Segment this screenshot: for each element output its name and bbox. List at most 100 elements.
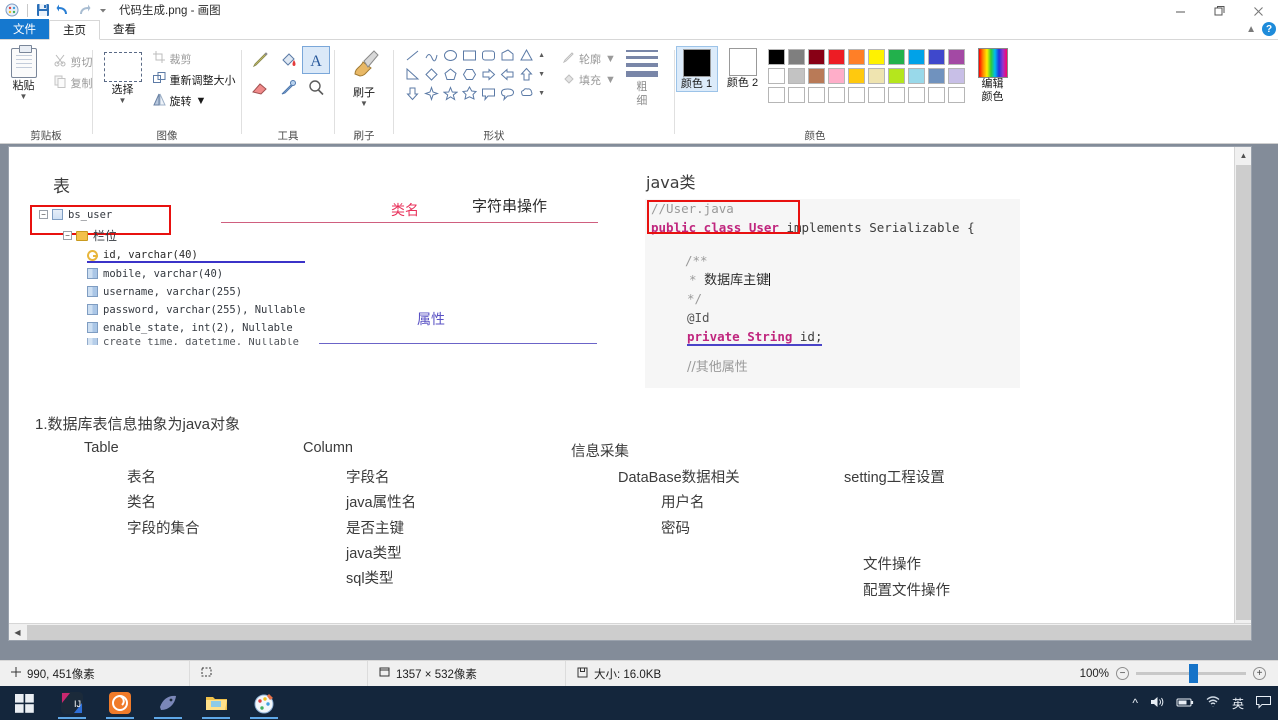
zoom-slider-track[interactable]	[1136, 664, 1246, 683]
eraser-tool[interactable]	[246, 74, 274, 102]
palette-swatch[interactable]	[767, 87, 785, 103]
chevron-down-icon[interactable]: ▼	[20, 93, 28, 101]
save-icon[interactable]	[35, 2, 51, 18]
cut-button[interactable]: 剪切	[51, 51, 96, 72]
shape-triangle[interactable]	[517, 46, 536, 65]
shape-six-point-star[interactable]	[460, 84, 479, 103]
color-palette[interactable]	[767, 46, 967, 105]
tree-row-field[interactable]: username, varchar(255)	[87, 284, 305, 299]
magnifier-tool[interactable]	[302, 74, 330, 102]
shape-ellipse[interactable]	[441, 46, 460, 65]
minimize-button[interactable]	[1161, 0, 1200, 22]
chevron-up-icon[interactable]: ^	[1132, 696, 1138, 710]
tree-row-field[interactable]: mobile, varchar(40)	[87, 266, 305, 281]
palette-swatch[interactable]	[787, 49, 805, 65]
palette-swatch[interactable]	[907, 87, 925, 103]
tab-view[interactable]: 查看	[100, 19, 149, 39]
drawing-canvas[interactable]: 表 java类 类名 字符串操作 属性 − bs_user − 栏位 id, v…	[8, 146, 1252, 641]
palette-swatch[interactable]	[927, 87, 945, 103]
chevron-down-icon[interactable]: ▼	[605, 53, 616, 65]
shape-callout-round[interactable]	[498, 84, 517, 103]
shape-diamond[interactable]	[422, 65, 441, 84]
fill-bucket-tool[interactable]	[274, 46, 302, 74]
volume-icon[interactable]	[1149, 695, 1165, 712]
canvas-horizontal-scrollbar[interactable]: ◀ ▶	[9, 623, 1251, 640]
wifi-icon[interactable]	[1205, 695, 1221, 711]
text-tool[interactable]: A	[302, 46, 330, 74]
shape-line[interactable]	[403, 46, 422, 65]
zoom-slider-thumb[interactable]	[1189, 664, 1198, 683]
tab-file[interactable]: 文件	[0, 19, 49, 39]
close-button[interactable]	[1239, 0, 1278, 22]
palette-swatch[interactable]	[787, 87, 805, 103]
paste-button[interactable]: 粘贴 ▼	[0, 45, 51, 101]
edit-colors-button[interactable]: 编辑 颜色	[971, 46, 1015, 104]
shape-arrow-right[interactable]	[479, 65, 498, 84]
palette-swatch[interactable]	[847, 87, 865, 103]
customize-qat-icon[interactable]	[95, 2, 111, 18]
tree-row-table[interactable]: − bs_user	[39, 207, 305, 222]
palette-swatch[interactable]	[887, 49, 905, 65]
resize-button[interactable]: 重新调整大小	[150, 69, 239, 90]
palette-swatch[interactable]	[807, 87, 825, 103]
java-code-block[interactable]: //User.java public class User implements…	[645, 199, 1020, 388]
shape-arrow-up[interactable]	[517, 65, 536, 84]
taskbar-item-intellij[interactable]: IJ	[48, 686, 96, 720]
color-picker-tool[interactable]	[274, 74, 302, 102]
shape-polygon[interactable]	[498, 46, 517, 65]
scroll-down-icon[interactable]: ▼	[538, 65, 545, 84]
palette-swatch[interactable]	[887, 87, 905, 103]
palette-swatch[interactable]	[827, 87, 845, 103]
pencil-tool[interactable]	[246, 46, 274, 74]
shape-gallery[interactable]	[403, 46, 536, 103]
palette-swatch[interactable]	[827, 68, 845, 84]
shape-hexagon[interactable]	[460, 65, 479, 84]
shape-rectangle[interactable]	[460, 46, 479, 65]
expander-icon[interactable]: −	[39, 210, 48, 219]
restore-button[interactable]	[1200, 0, 1239, 22]
start-button[interactable]	[0, 686, 48, 720]
shape-callout-cloud[interactable]	[517, 84, 536, 103]
chevron-down-icon[interactable]: ▼	[119, 97, 127, 105]
fill-button[interactable]: 填充 ▼	[559, 69, 619, 90]
zoom-in-button[interactable]: +	[1253, 667, 1266, 680]
chevron-down-icon[interactable]: ▼	[196, 95, 207, 107]
ime-indicator[interactable]: 英	[1232, 695, 1244, 712]
palette-swatch[interactable]	[767, 68, 785, 84]
palette-swatch[interactable]	[867, 68, 885, 84]
select-button[interactable]: 选择 ▼	[96, 46, 150, 105]
vertical-scroll-thumb[interactable]	[1236, 165, 1251, 620]
gallery-expand-icon[interactable]: ▼	[538, 84, 545, 103]
battery-icon[interactable]	[1176, 696, 1194, 711]
chevron-down-icon[interactable]: ▼	[360, 100, 368, 108]
palette-swatch[interactable]	[867, 49, 885, 65]
shape-four-point-star[interactable]	[422, 84, 441, 103]
copy-button[interactable]: 复制	[51, 72, 96, 93]
palette-swatch[interactable]	[927, 49, 945, 65]
palette-swatch[interactable]	[867, 87, 885, 103]
tab-home[interactable]: 主页	[49, 20, 100, 40]
outline-button[interactable]: 轮廓 ▼	[559, 48, 619, 69]
scroll-up-icon[interactable]: ▲	[1235, 147, 1251, 164]
shape-rounded-rectangle[interactable]	[479, 46, 498, 65]
palette-swatch[interactable]	[827, 49, 845, 65]
rotate-button[interactable]: 旋转 ▼	[150, 90, 239, 111]
palette-swatch[interactable]	[947, 68, 965, 84]
undo-icon[interactable]	[55, 2, 71, 18]
shape-five-point-star[interactable]	[441, 84, 460, 103]
palette-swatch[interactable]	[847, 68, 865, 84]
palette-swatch[interactable]	[807, 49, 825, 65]
shape-callout-rect[interactable]	[479, 84, 498, 103]
shape-arrow-left[interactable]	[498, 65, 517, 84]
taskbar-item-firefox[interactable]	[96, 686, 144, 720]
horizontal-scroll-thumb[interactable]	[27, 624, 1251, 640]
crop-button[interactable]: 裁剪	[150, 48, 239, 69]
shape-arrow-down[interactable]	[403, 84, 422, 103]
palette-swatch[interactable]	[887, 68, 905, 84]
canvas-vertical-scrollbar[interactable]: ▲ ▼	[1234, 147, 1251, 640]
expander-icon[interactable]: −	[63, 231, 72, 240]
notification-icon[interactable]	[1255, 695, 1272, 712]
taskbar-item-navicat[interactable]	[144, 686, 192, 720]
brushes-button[interactable]: 刷子 ▼	[337, 46, 391, 108]
color-2-button[interactable]: 颜色 2	[722, 46, 764, 90]
